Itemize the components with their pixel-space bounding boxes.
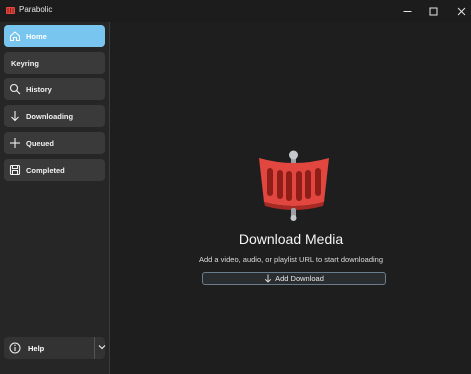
sidebar-item-label: History bbox=[26, 84, 52, 94]
divider bbox=[94, 337, 95, 359]
home-icon bbox=[8, 29, 22, 43]
sidebar-item-history[interactable]: History bbox=[4, 78, 105, 100]
help-menu[interactable]: Help bbox=[4, 337, 107, 359]
minimize-button[interactable] bbox=[393, 0, 421, 22]
chevron-down-icon[interactable] bbox=[97, 342, 107, 352]
add-download-label: Add Download bbox=[275, 274, 324, 283]
search-icon bbox=[8, 82, 22, 96]
sidebar-item-downloading[interactable]: Downloading bbox=[4, 105, 105, 127]
sidebar-item-label: Completed bbox=[26, 165, 65, 175]
page-subtitle: Add a video, audio, or playlist URL to s… bbox=[199, 255, 383, 264]
download-arrow-icon bbox=[264, 274, 272, 283]
sidebar-item-home[interactable]: Home bbox=[4, 25, 105, 47]
sidebar-item-label: Keyring bbox=[11, 58, 39, 68]
maximize-button[interactable] bbox=[419, 0, 447, 22]
parabolic-logo-icon bbox=[259, 150, 329, 221]
close-button[interactable] bbox=[447, 0, 471, 22]
save-icon bbox=[8, 163, 22, 177]
sidebar-item-completed[interactable]: Completed bbox=[4, 159, 105, 181]
sidebar: Home Keyring History Downloading Queued … bbox=[0, 22, 110, 374]
app-logo-icon bbox=[6, 7, 15, 14]
download-arrow-icon bbox=[8, 109, 22, 123]
add-download-button[interactable]: Add Download bbox=[202, 272, 386, 285]
info-icon bbox=[8, 341, 22, 355]
window-title: Parabolic bbox=[19, 5, 53, 14]
maximize-icon bbox=[429, 7, 437, 15]
sidebar-item-label: Queued bbox=[26, 138, 54, 148]
help-label: Help bbox=[28, 343, 45, 353]
sidebar-item-label: Home bbox=[26, 31, 47, 41]
title-bar: Parabolic bbox=[0, 0, 471, 22]
sidebar-item-keyring[interactable]: Keyring bbox=[4, 52, 105, 74]
sidebar-item-queued[interactable]: Queued bbox=[4, 132, 105, 154]
plus-icon bbox=[8, 136, 22, 150]
page-title: Download Media bbox=[238, 231, 344, 247]
sidebar-item-label: Downloading bbox=[26, 111, 74, 121]
minimize-icon bbox=[403, 10, 411, 12]
close-icon bbox=[457, 7, 465, 15]
